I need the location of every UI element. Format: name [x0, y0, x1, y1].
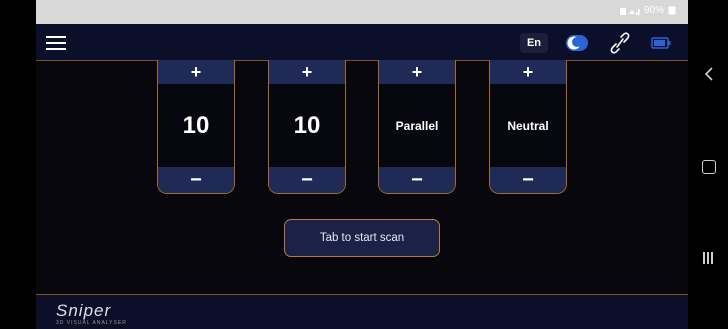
tile-1: + 10 − [157, 60, 235, 194]
increment-button[interactable]: + [158, 60, 234, 84]
signal-icon [619, 7, 640, 15]
battery-percentage: 90% [643, 5, 664, 16]
battery-icon[interactable] [651, 37, 671, 49]
decrement-button[interactable]: − [490, 167, 566, 193]
menu-icon[interactable] [46, 36, 66, 50]
tile-3: + Parallel − [378, 60, 456, 194]
recents-icon[interactable] [703, 252, 715, 264]
theme-toggle-icon[interactable] [564, 33, 590, 53]
link-icon[interactable] [610, 32, 630, 54]
app-screen: 90% En + 10 − + 10 − + Parallel − + Neut… [36, 0, 688, 329]
language-button[interactable]: En [520, 33, 548, 53]
tile-value: Neutral [507, 119, 549, 133]
decrement-button[interactable]: − [269, 167, 345, 193]
decrement-button[interactable]: − [379, 167, 455, 193]
logo-tagline: 3D VISUAL ANALYSER [56, 320, 127, 326]
status-indicators: 90% [619, 5, 676, 16]
home-icon[interactable] [702, 160, 716, 174]
tile-value: 10 [182, 112, 210, 139]
tile-4: + Neutral − [489, 60, 567, 194]
footer: Sniper 3D VISUAL ANALYSER [36, 294, 688, 329]
tile-value: 10 [293, 112, 321, 139]
decrement-button[interactable]: − [158, 167, 234, 193]
increment-button[interactable]: + [269, 60, 345, 84]
system-nav-bar [688, 0, 728, 329]
back-icon[interactable] [704, 67, 714, 81]
increment-button[interactable]: + [379, 60, 455, 84]
sniper-logo: Sniper 3D VISUAL ANALYSER [56, 301, 127, 326]
start-scan-button[interactable]: Tab to start scan [284, 219, 440, 257]
tile-2: + 10 − [268, 60, 346, 194]
logo-name: Sniper [56, 301, 112, 320]
app-bar: En [36, 24, 688, 61]
status-bar: 90% [36, 0, 688, 24]
status-battery-icon [668, 6, 676, 15]
tile-value: Parallel [395, 119, 439, 133]
increment-button[interactable]: + [490, 60, 566, 84]
